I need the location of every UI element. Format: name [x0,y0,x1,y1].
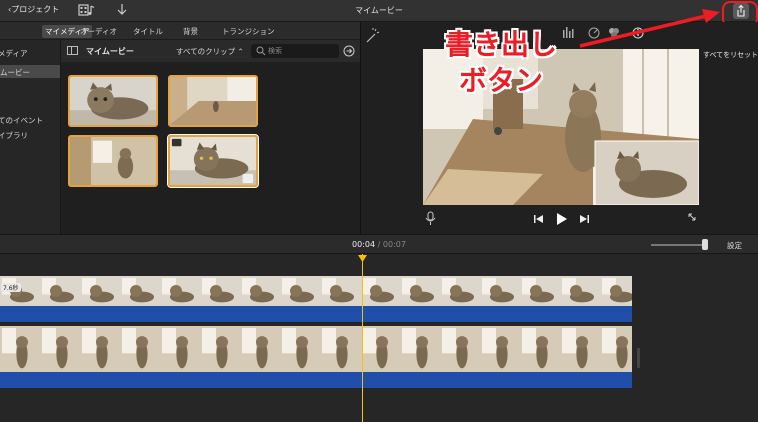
filmstrip-frame [400,326,440,372]
filmstrip-frame [520,276,560,306]
playhead[interactable] [362,254,363,422]
filmstrip-frame [480,276,520,306]
color-filter-icon[interactable] [609,28,619,38]
tab-audio[interactable]: オーディオ [80,26,117,37]
filmstrip-frame [120,326,160,372]
overlay-video-track[interactable] [0,276,632,322]
filmstrip-frame [0,326,40,372]
timecode: 00:04 / 00:07 [0,240,758,249]
filmstrip-frame [520,326,560,372]
clip-thumbnail[interactable] [68,75,158,127]
playhead-handle[interactable] [358,255,367,262]
filmstrip-frame [240,326,280,372]
sidebar-item-movie[interactable]: ムービー [0,65,60,78]
timeline-toolbar: 00:04 / 00:07 設定 [0,234,758,254]
speed-gauge-icon[interactable] [588,27,600,39]
title-bar: ‹プロジェクト マイムービー [0,0,758,27]
total-time: 00:07 [382,240,406,249]
main-video-track[interactable] [0,326,632,388]
filmstrip-frame [40,276,80,306]
zoom-slider-handle[interactable] [702,239,708,250]
timeline-settings-button[interactable]: 設定 [727,240,742,251]
filmstrip-frame [320,276,360,306]
clip-browser [61,62,360,234]
filmstrip-frame [560,276,600,306]
filmstrip-frame [160,276,200,306]
clip-thumbnail[interactable] [168,75,258,127]
current-time: 00:04 [352,240,376,249]
player-controls [425,211,696,225]
sidebar-item-all-events[interactable]: てのイベント [0,115,43,126]
time-separator: / [377,240,381,249]
browser-title: マイムービー [86,47,134,56]
filmstrip-frame [80,276,120,306]
clip-duration-badge: 7.6秒 [1,283,21,292]
skip-back-icon[interactable] [534,215,543,223]
browser-settings-icon[interactable] [343,45,355,57]
filmstrip-frame [120,276,160,306]
annotation-line-2: ボタン [458,64,543,97]
reset-all-button[interactable]: すべてをリセット [703,50,758,60]
filmstrip-frame [280,276,320,306]
tab-transitions[interactable]: トランジション [222,26,275,37]
filmstrip-frame [600,276,632,306]
filmstrip-frame [360,326,400,372]
zoom-slider-track[interactable] [651,244,707,246]
filmstrip-frame [440,326,480,372]
audio-waveform[interactable] [0,306,632,322]
annotation-line-1: 書き出し [444,28,557,61]
sidebar-item-library[interactable]: イブラリ [0,130,28,141]
search-icon [256,46,266,56]
clip-filter-dropdown[interactable]: すべてのクリップ ⌃ [176,46,244,57]
filmstrip-frame [40,326,80,372]
filmstrip-frame [80,326,120,372]
play-icon[interactable] [557,213,567,225]
tab-titles[interactable]: タイトル [133,26,163,37]
filmstrip-frame [480,326,520,372]
skip-forward-icon[interactable] [580,215,589,223]
search-input[interactable] [268,46,336,56]
search-box [251,44,339,58]
audio-waveform[interactable] [0,372,632,388]
filmstrip-frame [280,326,320,372]
filmstrip-frame [240,276,280,306]
tab-backgrounds[interactable]: 背景 [183,26,198,37]
sidebar-toggle-icon[interactable] [67,46,78,55]
filmstrip-frame [600,326,632,372]
timeline [0,254,758,422]
magic-wand-icon[interactable] [366,28,380,43]
library-sidebar: メディア ムービー てのイベント イブラリ [0,40,61,234]
content-tab-bar: マイメディア オーディオ タイトル 背景 トランジション [0,22,360,40]
filmstrip-frame [440,276,480,306]
clip-thumbnail-selected[interactable] [167,134,259,188]
annotation-text: 書き出し ボタン [426,27,576,99]
clip-thumbnail[interactable] [68,135,158,187]
filmstrip-frame [400,276,440,306]
fullscreen-icon[interactable] [688,213,696,221]
window-title: マイムービー [355,6,403,15]
browser-header: マイムービー すべてのクリップ ⌃ [61,40,360,62]
filmstrip-frame [320,326,360,372]
filmstrip-frame [160,326,200,372]
microphone-icon[interactable] [425,211,436,225]
timeline-scroll-handle[interactable] [637,348,640,368]
filmstrip-frame [560,326,600,372]
sidebar-item-media[interactable]: メディア [0,48,27,59]
filmstrip-frame [360,276,400,306]
filmstrip-frame [200,276,240,306]
filmstrip-frame [200,326,240,372]
info-icon[interactable] [632,27,644,39]
